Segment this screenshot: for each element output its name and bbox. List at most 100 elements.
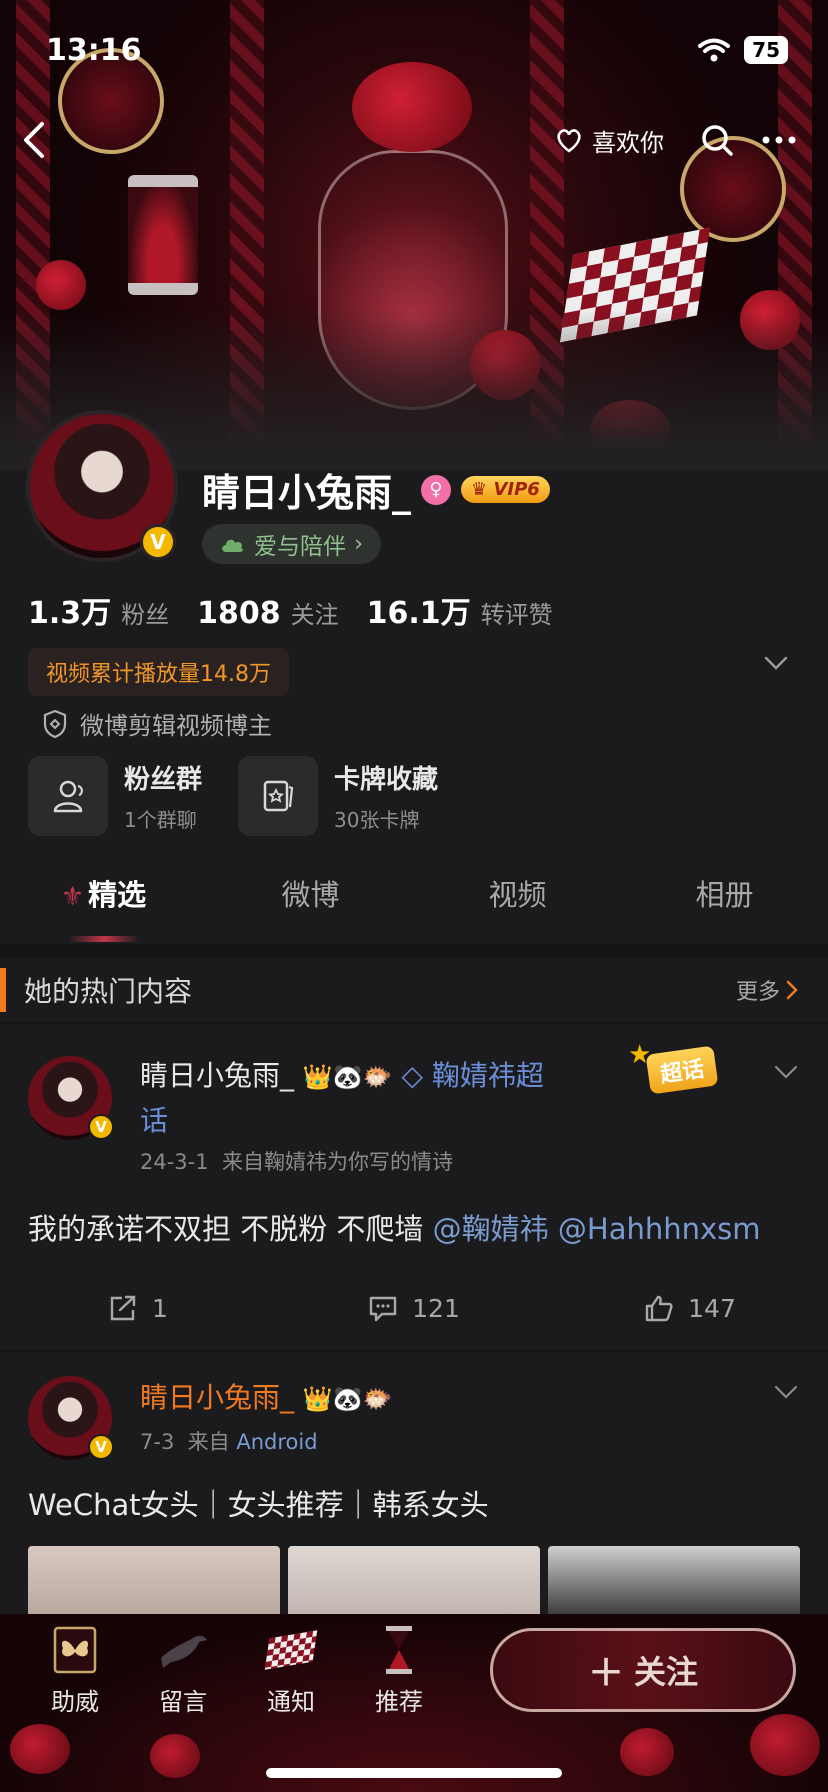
tab-video[interactable]: 视频 bbox=[414, 872, 621, 914]
nav-cheer[interactable]: 助威 bbox=[40, 1624, 110, 1717]
card-icon-box bbox=[28, 756, 108, 836]
chevron-right-icon: › bbox=[354, 531, 364, 557]
nav-label: 推荐 bbox=[375, 1688, 423, 1716]
card-subtitle: 30张卡牌 bbox=[334, 808, 420, 832]
status-time: 13:16 bbox=[46, 32, 142, 68]
post-image-grid bbox=[28, 1546, 800, 1616]
nav-notifications[interactable]: 通知 bbox=[256, 1624, 326, 1717]
post-author-name[interactable]: 睛日小兔雨_ bbox=[140, 1381, 294, 1414]
vip-badge[interactable]: ♛ VIP6 bbox=[461, 476, 550, 503]
tab-label: 视频 bbox=[488, 878, 547, 912]
chevron-down-icon bbox=[774, 1065, 798, 1079]
wifi-icon bbox=[698, 38, 731, 62]
home-indicator[interactable] bbox=[266, 1768, 562, 1778]
stat-following[interactable]: 1808 关注 bbox=[197, 595, 339, 631]
crown-icon: ♛ bbox=[471, 479, 488, 500]
verified-badge: V bbox=[140, 524, 176, 560]
repost-button[interactable]: 1 bbox=[0, 1294, 276, 1323]
post-meta: 7-3 来自 Android bbox=[140, 1426, 318, 1456]
name-row: 睛日小兔雨_ ♀ ♛ VIP6 bbox=[202, 462, 550, 517]
comment-count: 121 bbox=[412, 1293, 460, 1323]
divider bbox=[0, 1022, 828, 1024]
tab-weibo[interactable]: 微博 bbox=[207, 872, 414, 914]
stat-value: 1.3万 bbox=[28, 596, 112, 631]
tab-featured[interactable]: ⚜ 精选 bbox=[0, 872, 207, 942]
post-body: 我的承诺不双担 不脱粉 不爬墙 bbox=[28, 1212, 433, 1246]
more-button[interactable]: 更多 bbox=[736, 974, 798, 1006]
stat-label: 转评赞 bbox=[480, 601, 553, 629]
active-tab-indicator bbox=[68, 936, 139, 942]
fan-group-card[interactable]: 粉丝群 1个群聊 bbox=[28, 756, 202, 836]
like-count: 147 bbox=[688, 1293, 736, 1323]
card-collection-card[interactable]: 卡牌收藏 30张卡牌 bbox=[238, 756, 438, 836]
rose-ornament bbox=[150, 1734, 200, 1778]
hourglass-ornament bbox=[128, 175, 198, 295]
super-topic-link[interactable]: ◇ 鞠婧祎超 bbox=[401, 1059, 543, 1092]
love-label: 爱与陪伴 bbox=[254, 534, 346, 560]
profile-avatar-container[interactable]: V bbox=[26, 410, 178, 562]
like-button[interactable]: 147 bbox=[552, 1294, 828, 1323]
nav-label: 留言 bbox=[159, 1688, 207, 1716]
post-menu-button[interactable] bbox=[774, 1384, 798, 1403]
tab-album[interactable]: 相册 bbox=[621, 872, 828, 914]
nav-recommend[interactable]: 推荐 bbox=[364, 1624, 434, 1717]
post-source[interactable]: Android bbox=[236, 1430, 317, 1454]
follow-label: 关注 bbox=[634, 1653, 699, 1691]
divider bbox=[0, 1350, 828, 1352]
chevron-down-icon bbox=[764, 656, 788, 670]
mention-link[interactable]: @鞠婧祎 bbox=[433, 1212, 549, 1246]
back-button[interactable] bbox=[20, 112, 60, 168]
section-divider bbox=[0, 944, 828, 958]
comment-button[interactable]: 121 bbox=[276, 1294, 552, 1323]
stat-value: 1808 bbox=[197, 596, 281, 631]
more-button[interactable] bbox=[754, 115, 804, 165]
more-dots-icon bbox=[762, 136, 796, 144]
like-you-button[interactable]: 喜欢你 bbox=[552, 123, 664, 158]
search-icon bbox=[702, 125, 733, 156]
profile-banner bbox=[0, 0, 828, 470]
comment-icon bbox=[369, 1296, 397, 1322]
card-subtitle: 1个群聊 bbox=[124, 808, 197, 832]
mention-link[interactable]: @Hahhhnxsm bbox=[558, 1212, 761, 1246]
post-menu-button[interactable] bbox=[774, 1064, 798, 1083]
post-image[interactable] bbox=[288, 1546, 540, 1616]
status-bar: 13:16 75 bbox=[46, 30, 788, 70]
stat-value: 16.1万 bbox=[366, 596, 471, 631]
stat-interactions[interactable]: 16.1万 转评赞 bbox=[367, 588, 553, 632]
nav-message[interactable]: 留言 bbox=[148, 1624, 218, 1717]
thumbs-up-icon bbox=[645, 1295, 673, 1322]
love-companion-pill[interactable]: 爱与陪伴 › bbox=[202, 524, 382, 564]
search-button[interactable] bbox=[692, 115, 742, 165]
certification-text: 微博剪辑视频博主 bbox=[80, 712, 272, 740]
rose-ornament bbox=[10, 1724, 70, 1774]
stat-followers[interactable]: 1.3万 粉丝 bbox=[28, 588, 169, 632]
chevron-down-icon bbox=[774, 1385, 798, 1399]
card-title: 卡牌收藏 bbox=[334, 765, 439, 795]
expand-profile-button[interactable] bbox=[764, 655, 788, 674]
cloud-icon bbox=[222, 539, 243, 552]
post-source: 来自鞠婧祎为你写的情诗 bbox=[221, 1150, 453, 1174]
hot-content-header: 她的热门内容 更多 bbox=[0, 962, 828, 1018]
female-icon: ♀ bbox=[421, 474, 452, 505]
post-image[interactable] bbox=[548, 1546, 800, 1616]
rose-ornament bbox=[36, 260, 86, 310]
post-author-name[interactable]: 睛日小兔雨_ bbox=[140, 1059, 294, 1092]
group-people-icon bbox=[53, 780, 83, 813]
more-label: 更多 bbox=[735, 980, 780, 1005]
nav-label: 助威 bbox=[51, 1688, 99, 1716]
nav-label: 通知 bbox=[267, 1688, 315, 1716]
post-image[interactable] bbox=[28, 1546, 280, 1616]
crow-icon bbox=[157, 1624, 209, 1676]
badge-icons: 👑🐼🐡 bbox=[302, 1063, 393, 1091]
tab-label: 相册 bbox=[695, 878, 754, 912]
video-play-count-badge: 视频累计播放量14.8万 bbox=[28, 648, 289, 696]
badge-icons: 👑🐼🐡 bbox=[302, 1385, 393, 1413]
post-source-prefix: 来自 bbox=[187, 1430, 230, 1454]
feature-cards: 粉丝群 1个群聊 卡牌收藏 30张卡牌 bbox=[28, 756, 438, 836]
post-date: 7-3 bbox=[140, 1430, 175, 1454]
super-topic-name-cont[interactable]: 话 bbox=[140, 1104, 168, 1137]
super-topic-badge[interactable]: ★ 超话 bbox=[628, 1040, 738, 1100]
hot-content-title: 她的热门内容 bbox=[24, 975, 193, 1008]
follow-button[interactable]: ＋ 关注 bbox=[490, 1628, 796, 1712]
share-icon bbox=[110, 1295, 136, 1321]
